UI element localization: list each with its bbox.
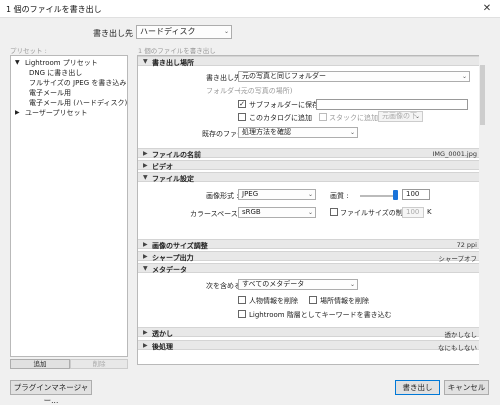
section-summary: 透かしなし — [444, 331, 478, 339]
section-export-location[interactable]: ▼ 書き出し場所 — [138, 56, 485, 67]
expand-icon[interactable]: ▼ — [15, 59, 20, 66]
preset-item-email[interactable]: 電子メール用 — [29, 88, 71, 98]
chevron-down-icon: ⌄ — [307, 191, 313, 198]
existing-files-dropdown[interactable]: 処理方法を確認 ⌄ — [238, 127, 358, 138]
write-hierarchy-label: Lightroom 階層としてキーワードを書き込む — [249, 311, 392, 319]
preset-item-dng[interactable]: DNG に書き出し — [29, 68, 82, 78]
collapsed-icon: ▶ — [143, 162, 148, 169]
colorspace-label: カラースペース : — [190, 210, 243, 218]
collapsed-icon: ▶ — [143, 241, 148, 248]
export-to-label: 書き出し先 : — [93, 29, 139, 38]
remove-location-checkbox[interactable] — [309, 296, 317, 304]
add-preset-button[interactable]: 追加 — [10, 359, 70, 369]
stack-position-dropdown[interactable]: 元画像の下 ⌄ — [378, 111, 423, 122]
subfolder-input[interactable] — [316, 99, 468, 110]
quality-input[interactable]: 100 — [402, 189, 430, 200]
chevron-down-icon: ⌄ — [461, 73, 467, 80]
section-summary: 72 ppi — [456, 241, 477, 249]
panel-scrollbar[interactable] — [479, 55, 486, 365]
section-file-settings[interactable]: ▼ ファイル設定 — [138, 172, 485, 183]
subfolder-checkbox[interactable]: ✓ — [238, 100, 246, 108]
window-title: 1 個のファイルを書き出し — [6, 5, 102, 14]
section-file-naming[interactable]: ▶ ファイルの名前 IMG_0001.jpg — [138, 148, 485, 159]
write-hierarchy-checkbox[interactable] — [238, 310, 246, 318]
subfolder-label: サブフォルダーに保存 : — [249, 101, 324, 109]
section-watermark[interactable]: ▶ 透かし 透かしなし — [138, 327, 485, 339]
include-metadata-dropdown[interactable]: すべてのメタデータ ⌄ — [238, 279, 358, 290]
expanded-icon: ▼ — [143, 174, 148, 181]
chevron-down-icon: ⌄ — [414, 113, 420, 120]
section-summary: なにもしない — [438, 344, 477, 352]
add-to-catalog-label: このカタログに追加 — [249, 114, 312, 122]
scrollbar-thumb[interactable] — [480, 65, 485, 125]
export-to-value: ハードディスク — [140, 27, 196, 36]
collapsed-icon: ▶ — [143, 342, 148, 349]
export-button[interactable]: 書き出し — [395, 380, 440, 395]
preset-folder-user[interactable]: ユーザープリセット — [25, 108, 87, 118]
export-to-dropdown[interactable]: ハードディスク ⌄ — [136, 25, 232, 39]
expanded-icon: ▼ — [143, 58, 148, 65]
collapse-icon[interactable]: ▶ — [15, 109, 20, 116]
limit-size-input[interactable]: 100 — [402, 207, 424, 218]
format-label: 画像形式 : — [206, 192, 239, 200]
settings-panel: ▼ 書き出し場所 書き出し先 : 元の写真と同じフォルダー ⌄ フォルダー : … — [137, 55, 486, 365]
preset-folder-lightroom[interactable]: Lightroom プリセット — [25, 58, 98, 68]
section-video[interactable]: ▶ ビデオ — [138, 160, 485, 171]
folder-value: (元の写真の場所) — [238, 87, 293, 95]
close-icon[interactable]: ✕ — [474, 0, 500, 18]
title-bar: 1 個のファイルを書き出し ✕ — [0, 0, 500, 18]
remove-person-checkbox[interactable] — [238, 296, 246, 304]
presets-list: ▼ Lightroom プリセット DNG に書き出し フルサイズの JPEG … — [10, 55, 128, 357]
remove-location-label: 場所情報を削除 — [320, 297, 369, 305]
expanded-icon: ▼ — [143, 265, 148, 272]
cancel-button[interactable]: キャンセル — [444, 380, 489, 395]
chevron-down-icon: ⌄ — [223, 28, 229, 35]
collapsed-icon: ▶ — [143, 253, 148, 260]
remove-preset-button[interactable]: 削除 — [70, 359, 128, 369]
collapsed-icon: ▶ — [143, 150, 148, 157]
add-to-catalog-checkbox[interactable] — [238, 113, 246, 121]
add-to-stack-label: スタックに追加 : — [329, 114, 383, 122]
section-output-sharpening[interactable]: ▶ シャープ出力 シャープオフ — [138, 251, 485, 263]
collapsed-icon: ▶ — [143, 329, 148, 336]
quality-slider-thumb[interactable] — [393, 190, 398, 200]
chevron-down-icon: ⌄ — [349, 129, 355, 136]
chevron-down-icon: ⌄ — [349, 281, 355, 288]
preset-item-email-hdd[interactable]: 電子メール用 (ハードディスク) — [29, 98, 127, 108]
section-image-sizing[interactable]: ▶ 画像のサイズ調整 72 ppi — [138, 239, 485, 250]
export-summary: 1 個のファイルを書き出し — [138, 47, 216, 55]
section-summary: シャープオフ — [438, 255, 477, 263]
remove-person-label: 人物情報を削除 — [249, 297, 298, 305]
preset-item-full-jpeg[interactable]: フルサイズの JPEG を書き込み — [29, 78, 126, 88]
section-metadata[interactable]: ▼ メタデータ — [138, 263, 485, 274]
limit-size-checkbox[interactable] — [330, 208, 338, 216]
plugin-manager-button[interactable]: プラグインマネージャー... — [10, 380, 92, 405]
section-summary: IMG_0001.jpg — [432, 150, 477, 158]
section-title: 書き出し場所 — [152, 59, 194, 67]
location-export-to-dropdown[interactable]: 元の写真と同じフォルダー ⌄ — [238, 71, 470, 82]
colorspace-dropdown[interactable]: sRGB ⌄ — [238, 207, 316, 218]
chevron-down-icon: ⌄ — [307, 209, 313, 216]
quality-label: 画質 : — [330, 192, 349, 200]
presets-label: プリセット : — [10, 47, 47, 55]
section-post-processing[interactable]: ▶ 後処理 なにもしない — [138, 340, 485, 352]
format-dropdown[interactable]: JPEG ⌄ — [238, 189, 316, 200]
limit-size-unit: K — [427, 208, 432, 216]
add-to-stack-checkbox[interactable] — [319, 113, 327, 121]
